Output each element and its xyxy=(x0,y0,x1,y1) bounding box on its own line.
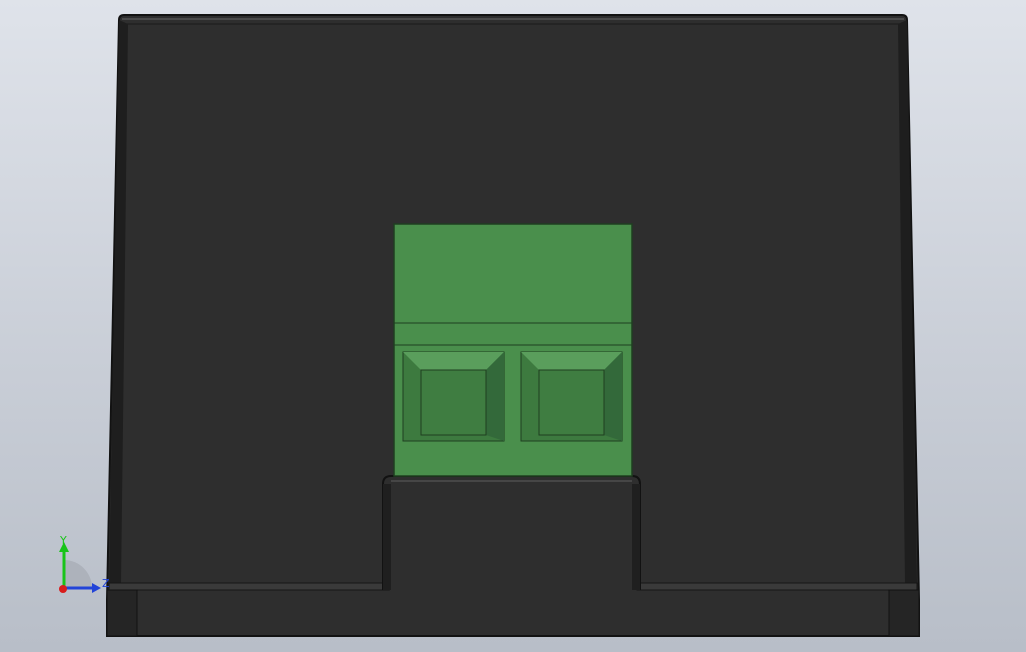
terminal-pocket-2[interactable] xyxy=(520,351,623,442)
housing-notch-right-edge xyxy=(632,484,640,590)
cad-graphics-viewport[interactable]: Y Z xyxy=(0,0,1026,652)
pocket-2-inner xyxy=(538,369,605,436)
pocket-1-inner xyxy=(420,369,487,436)
z-axis-arrowhead xyxy=(92,583,101,593)
terminal-pocket-1[interactable] xyxy=(402,351,505,442)
housing-foot-ledge-left xyxy=(108,582,390,591)
triad-origin xyxy=(59,585,67,593)
housing-foot-ledge-right xyxy=(636,582,918,591)
terminal-block[interactable] xyxy=(393,223,633,477)
enclosure-model-front-view[interactable]: Y Z xyxy=(0,0,1026,652)
housing-foot-left xyxy=(106,589,138,637)
z-axis-label: Z xyxy=(102,577,110,590)
y-axis-label: Y xyxy=(59,534,67,547)
axis-triad: Y Z xyxy=(59,534,110,593)
housing-foot-right xyxy=(888,589,920,637)
housing-notch-left-edge xyxy=(383,484,391,590)
housing-center-notch xyxy=(382,475,641,590)
triad-quadrant-shade xyxy=(64,560,92,588)
